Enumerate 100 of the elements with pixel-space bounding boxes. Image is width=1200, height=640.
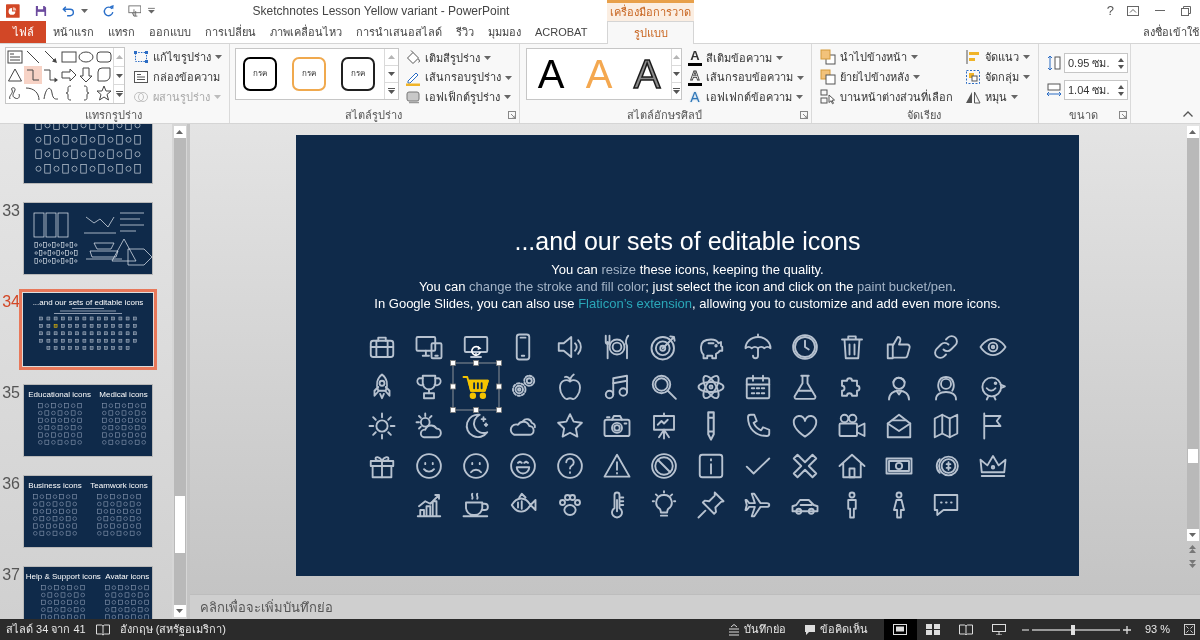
notes-field[interactable]: คลิกเพื่อจะเพิ่มบันทึกย่อ — [190, 594, 1200, 619]
ribbon-tab[interactable]: การเปลี่ยน — [198, 21, 263, 43]
group-button[interactable]: จัดกลุ่ม — [963, 67, 1032, 87]
selection-frame[interactable] — [450, 344, 502, 413]
gallery-more-icon[interactable] — [388, 88, 395, 94]
thumbnail-title: Medical icons — [99, 390, 148, 399]
restore-icon[interactable] — [1181, 5, 1191, 16]
language-indicator[interactable]: อังกฤษ (สหรัฐอเมริกา) — [119, 621, 227, 638]
ribbon-tab[interactable]: ACROBAT — [528, 21, 595, 43]
comments-button[interactable]: ข้อคิดเห็น — [803, 621, 868, 638]
normal-view-button[interactable] — [883, 619, 917, 640]
bring-forward-button[interactable]: นำไปข้างหน้า — [818, 47, 955, 67]
scroll-up-icon[interactable] — [1189, 130, 1196, 134]
align-button[interactable]: จัดแนว — [963, 47, 1032, 67]
ribbon-tab[interactable]: การนำเสนอสไลด์ — [349, 21, 449, 43]
spin-down-icon[interactable] — [1118, 91, 1124, 96]
text-box-button[interactable]: กล่องข้อความ — [131, 67, 224, 87]
shape-outline-button[interactable]: เส้นกรอบรูปร่าง — [403, 67, 514, 88]
paint-bucket-icon — [405, 49, 421, 66]
slide-thumbnail[interactable] — [23, 124, 153, 184]
zoom-out-icon[interactable] — [1021, 628, 1029, 631]
width-field[interactable]: 1.04 ซม. — [1064, 80, 1128, 100]
edit-shape-button[interactable]: แก้ไขรูปร่าง — [131, 47, 224, 67]
redo-icon[interactable] — [103, 4, 115, 17]
wordart-style[interactable]: A — [531, 50, 571, 98]
shape-style-swatch[interactable]: กรค — [243, 57, 277, 91]
rounded-shape-icon[interactable] — [95, 66, 114, 84]
sign-in-link[interactable]: ลงชื่อเข้าใช้ — [1143, 23, 1200, 41]
shape-style-swatch[interactable]: กรค — [292, 57, 326, 91]
undo-icon[interactable] — [61, 4, 75, 17]
proofing-icon[interactable] — [95, 623, 110, 636]
merge-shapes-icon — [133, 89, 149, 105]
zoom-slider-thumb[interactable] — [1071, 624, 1076, 635]
selection-pane-button[interactable]: บานหน้าต่างส่วนที่เลือก — [818, 87, 955, 107]
shape-fill-button[interactable]: เติมสีรูปร่าง — [403, 48, 514, 68]
save-icon[interactable] — [34, 3, 47, 18]
scroll-thumb[interactable] — [1187, 449, 1198, 463]
next-slide-icon[interactable] — [1189, 559, 1196, 568]
slide-thumbnail[interactable]: Help & Support icons Avatar icons — [23, 566, 153, 619]
text-outline-button[interactable]: A เส้นกรอบข้อความ — [686, 67, 806, 88]
gallery-down-icon[interactable] — [673, 72, 680, 76]
gallery-more-icon[interactable] — [673, 88, 680, 94]
thumbnail-title: ...and our sets of editable icons — [32, 298, 144, 307]
dialog-launcher-icon[interactable] — [508, 111, 516, 119]
send-backward-button[interactable]: ย้ายไปข้างหลัง — [818, 67, 955, 87]
ribbon-tab[interactable]: หน้าแรก — [46, 21, 101, 43]
spin-down-icon[interactable] — [1118, 64, 1124, 69]
star-icon[interactable] — [95, 84, 114, 102]
slide-thumbnail[interactable] — [23, 202, 153, 275]
height-icon — [1046, 55, 1062, 71]
window-title: Sketchnotes Lesson Yellow variant - PowerPoint — [252, 2, 510, 20]
wordart-style[interactable]: A — [627, 50, 667, 98]
ribbon-tab[interactable]: รีวิว — [449, 21, 481, 43]
rotate-button[interactable]: หมุน — [963, 87, 1032, 107]
group-icon — [965, 69, 981, 85]
ribbon-display-icon[interactable] — [1127, 5, 1139, 16]
normal-view-icon — [893, 624, 908, 635]
previous-slide-icon[interactable] — [1189, 544, 1196, 553]
triangle-icon[interactable] — [6, 66, 24, 84]
ribbon-tab[interactable]: ออกแบบ — [142, 21, 198, 43]
elbow-arrow-icon[interactable] — [41, 66, 60, 84]
scroll-down-icon[interactable] — [176, 609, 183, 613]
ribbon-tab[interactable]: รูปแบบ — [607, 21, 694, 44]
ribbon-tab[interactable]: ภาพเคลื่อนไหว — [263, 21, 349, 43]
notes-icon — [727, 623, 740, 636]
rounded-rectangle-icon[interactable] — [95, 48, 114, 66]
slide-thumbnail[interactable]: Educational icons Medical icons — [23, 384, 153, 457]
shape-style-swatch[interactable]: กรค — [341, 57, 375, 91]
gallery-down-icon[interactable] — [115, 73, 123, 78]
scroll-thumb[interactable] — [174, 496, 185, 553]
scroll-down-icon[interactable] — [1189, 533, 1196, 537]
text-fill-button[interactable]: A สีเติมข้อความ — [686, 48, 806, 68]
spin-up-icon[interactable] — [1118, 84, 1124, 89]
help-button[interactable]: ? — [1106, 4, 1114, 17]
file-tab[interactable]: ไฟล์ — [0, 21, 46, 43]
zoom-level[interactable]: 93 % — [1144, 621, 1170, 638]
shape-effects-button[interactable]: เอฟเฟ็กต์รูปร่าง — [403, 87, 514, 107]
dialog-launcher-icon[interactable] — [800, 111, 808, 119]
zoom-in-icon[interactable] — [1122, 625, 1131, 634]
slide-thumbnail[interactable]: Business icons Teamwork icons — [23, 475, 153, 548]
fit-slide-icon[interactable] — [1184, 624, 1195, 635]
oval-icon[interactable] — [77, 48, 96, 66]
gallery-down-icon[interactable] — [388, 72, 395, 76]
touch-mode-icon[interactable] — [127, 3, 142, 18]
notes-button[interactable]: บันทึกย่อ — [727, 621, 786, 638]
slide-number: 34 — [2, 293, 20, 312]
height-field[interactable]: 0.95 ซม. — [1064, 53, 1128, 73]
right-arrow-icon[interactable] — [59, 66, 78, 84]
text-effects-button[interactable]: A เอฟเฟกต์ข้อความ — [686, 87, 806, 107]
ribbon-tab[interactable]: มุมมอง — [481, 21, 528, 43]
collapse-ribbon-icon[interactable] — [1183, 111, 1193, 117]
arc-icon[interactable] — [23, 84, 42, 102]
dialog-launcher-icon[interactable] — [1119, 111, 1127, 119]
slide-number: 35 — [2, 384, 20, 403]
ribbon-tab[interactable]: แทรก — [101, 21, 142, 43]
customize-icon[interactable] — [148, 7, 155, 14]
spin-up-icon[interactable] — [1118, 57, 1124, 62]
link[interactable]: Flaticon’s extension — [578, 296, 693, 311]
gallery-more-icon[interactable] — [115, 91, 123, 98]
scroll-up-icon[interactable] — [176, 130, 183, 134]
